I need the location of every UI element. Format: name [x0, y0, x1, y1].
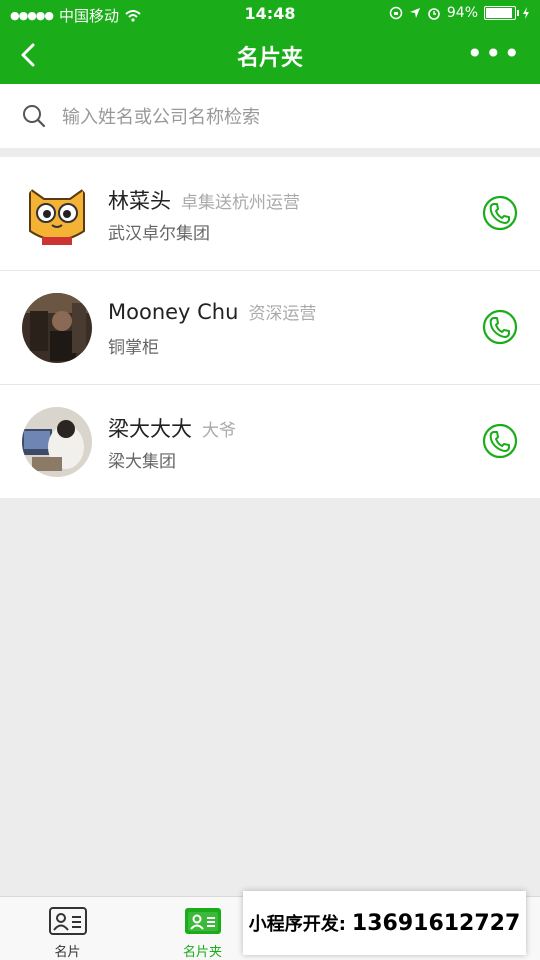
charging-icon	[523, 7, 529, 19]
avatar	[22, 293, 92, 363]
nav-bar: 名片夹 •••	[0, 28, 540, 84]
search-bar	[0, 84, 540, 148]
phone-icon[interactable]	[482, 423, 518, 459]
status-bar: ●●●●● 中国移动 14:48 94%	[0, 0, 540, 28]
page-title: 名片夹	[236, 46, 303, 71]
promo-phone: 13691612727	[351, 910, 521, 936]
location-icon	[409, 8, 420, 18]
more-icon[interactable]: •••	[466, 40, 522, 68]
phone-icon[interactable]	[482, 195, 518, 231]
top-bar: ●●●●● 中国移动 14:48 94% 名片夹 •••	[0, 0, 540, 84]
avatar	[22, 179, 92, 249]
contact-title: 卓集送杭州运营	[181, 193, 300, 213]
lock-rotation-icon	[389, 6, 403, 20]
contact-title: 资深运营	[248, 304, 317, 324]
list-item[interactable]: 林菜头 卓集送杭州运营 武汉卓尔集团	[0, 157, 540, 271]
contact-name: Mooney Chu	[108, 300, 239, 324]
list-item[interactable]: Mooney Chu 资深运营 铜掌柜	[0, 271, 540, 385]
phone-icon[interactable]	[482, 309, 518, 345]
contact-name: 梁大大大	[108, 417, 192, 441]
contact-company: 铜掌柜	[108, 338, 159, 358]
contact-company: 武汉卓尔集团	[108, 224, 210, 244]
id-card-icon	[48, 907, 87, 935]
card-holder-icon	[184, 908, 221, 934]
contact-list: 林菜头 卓集送杭州运营 武汉卓尔集团 Mooney Chu 资深运营 铜掌柜 梁…	[0, 157, 540, 498]
battery-percent: 94%	[446, 5, 478, 21]
promo-label: 小程序开发:	[248, 914, 346, 935]
search-icon	[23, 105, 46, 128]
battery-icon	[484, 6, 519, 20]
contact-company: 梁大集团	[108, 452, 176, 472]
tab-label: 名片	[54, 945, 81, 960]
alarm-icon	[428, 8, 440, 20]
promo-card: 小程序开发: 13691612727	[243, 891, 526, 955]
tab-card[interactable]: 名片	[0, 897, 135, 960]
contact-title: 大爷	[202, 421, 236, 441]
search-input[interactable]	[60, 102, 504, 132]
list-item[interactable]: 梁大大大 大爷 梁大集团	[0, 385, 540, 498]
contact-name: 林菜头	[108, 189, 171, 213]
avatar	[22, 407, 92, 477]
